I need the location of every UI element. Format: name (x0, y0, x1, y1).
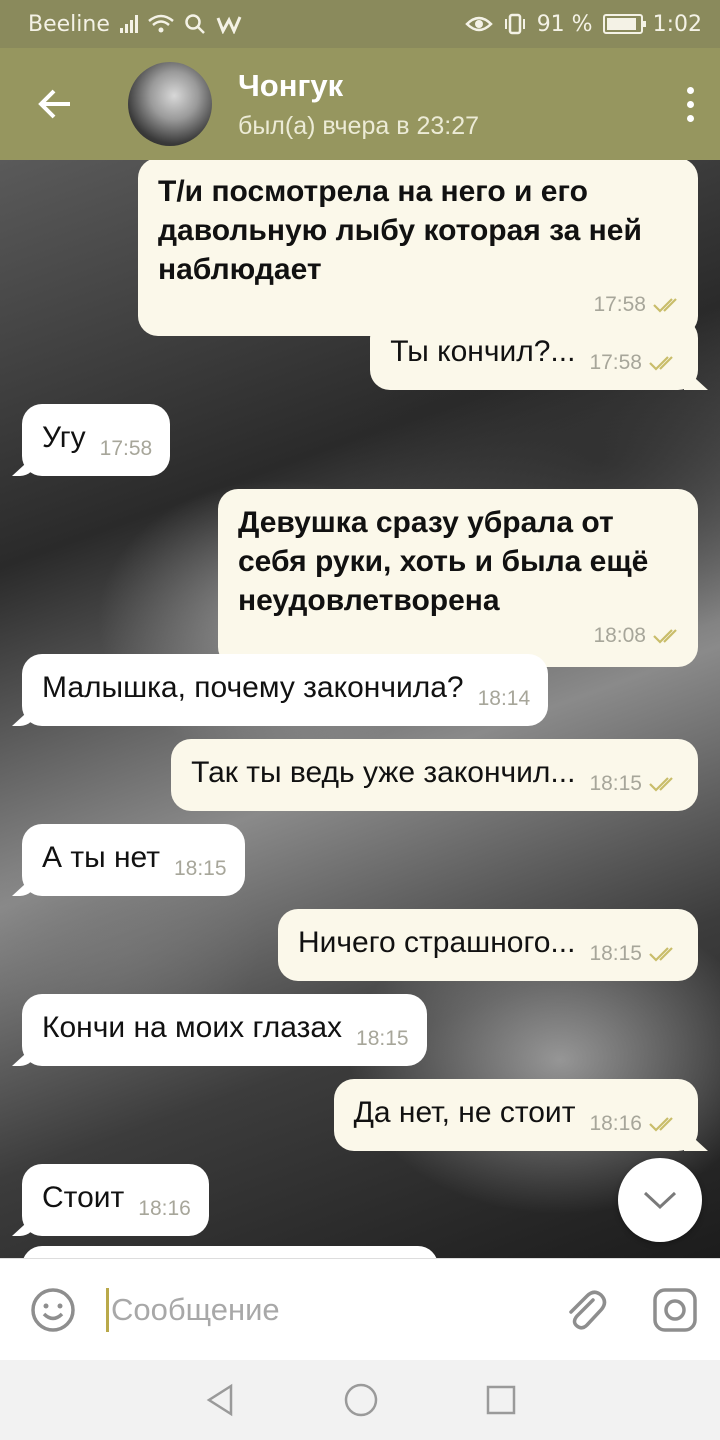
message-bubble[interactable]: А ты нет 18:15 (22, 824, 245, 896)
system-navigation-bar (0, 1360, 720, 1440)
emoji-button[interactable] (0, 1286, 106, 1334)
camera-icon (653, 1287, 697, 1332)
back-button[interactable] (0, 48, 110, 160)
smile-icon (31, 1287, 75, 1332)
camera-button[interactable] (630, 1286, 720, 1334)
recents-square-icon[interactable] (485, 1384, 517, 1416)
avatar[interactable] (128, 62, 212, 146)
message-text: Ты кончил?... (390, 335, 576, 368)
message-time: 18:08 (593, 624, 646, 647)
attach-button[interactable] (540, 1286, 630, 1334)
message-text: Т/и посмотрела на него и его давольную л… (158, 175, 642, 286)
paperclip-icon (569, 1290, 607, 1329)
message-text: А ты нет (42, 841, 160, 874)
message-bubble[interactable]: Да нет, не стоит 18:16 (333, 1079, 698, 1151)
battery-percent: 91 % (536, 11, 593, 37)
message-text: Ничего страшного... (297, 926, 576, 959)
status-bar: Beeline 91 % 1:02 (0, 0, 720, 48)
scroll-down-button[interactable] (618, 1158, 702, 1242)
chevron-down-icon (643, 1191, 677, 1210)
message-text: Малышка, почему закончила? (42, 671, 464, 704)
message-time: 18:16 (138, 1197, 191, 1220)
message-time: 18:15 (589, 942, 642, 965)
double-check-icon (649, 355, 673, 371)
chat-title-block[interactable]: Чонгук был(а) вчера в 23:27 (238, 68, 660, 141)
message-text: Угу (42, 421, 86, 454)
signal-icon (119, 15, 138, 33)
double-check-icon (653, 297, 677, 313)
vibrate-icon (504, 13, 525, 35)
clock: 1:02 (652, 11, 702, 37)
message-time: 18:15 (356, 1027, 409, 1050)
message-bubble[interactable]: Ты кончил?... 17:58 (370, 318, 698, 390)
double-check-icon (649, 946, 673, 962)
more-vertical-icon (686, 86, 694, 94)
arrow-left-icon (38, 89, 70, 119)
search-icon (185, 14, 205, 34)
message-text: Кончи на моих глазах (42, 1011, 343, 1044)
w-app-icon (216, 16, 242, 34)
chat-name: Чонгук (238, 67, 344, 103)
message-bubble[interactable]: Так ты ведь уже закончил... 18:15 (171, 739, 698, 811)
message-input[interactable] (110, 1291, 540, 1328)
wifi-icon (148, 14, 174, 33)
message-text: Девушка сразу убрала от себя руки, хоть … (238, 506, 649, 617)
home-circle-icon[interactable] (343, 1382, 379, 1418)
message-time: 18:16 (589, 1112, 642, 1135)
message-bubble[interactable]: Угу 17:58 (22, 404, 171, 476)
chat-background: Т/и посмотрела на него и его давольную л… (0, 160, 720, 1258)
carrier-label: Beeline (28, 11, 110, 37)
text-cursor (106, 1287, 109, 1332)
message-bubble[interactable]: Стоит 18:16 (22, 1164, 209, 1236)
message-time: 18:15 (173, 857, 227, 880)
back-triangle-icon[interactable] (203, 1382, 237, 1418)
message-text: Стоит (42, 1181, 125, 1214)
eye-icon (464, 16, 493, 32)
message-bubble[interactable]: Т/и посмотрела на него и его давольную л… (138, 160, 698, 336)
message-composer (0, 1258, 720, 1360)
chat-header: Чонгук был(а) вчера в 23:27 (0, 48, 720, 160)
message-time: 17:58 (589, 351, 642, 374)
message-input-wrapper (106, 1280, 540, 1340)
message-bubble[interactable]: Кончи на моих глазах 18:15 (22, 994, 427, 1066)
message-bubble[interactable]: Малышка, почему закончила? 18:14 (22, 654, 549, 726)
last-seen-status: был(а) вчера в 23:27 (238, 111, 480, 140)
message-bubble[interactable]: Девушка сразу убрала от себя руки, хоть … (218, 489, 698, 667)
double-check-icon (653, 628, 677, 644)
message-text: Так ты ведь уже закончил... (191, 756, 576, 789)
message-text: Да нет, не стоит (353, 1096, 576, 1129)
message-bubble-partial[interactable] (22, 1246, 438, 1258)
message-time: 18:15 (589, 772, 642, 795)
double-check-icon (649, 776, 673, 792)
message-bubble[interactable]: Ничего страшного... 18:15 (277, 909, 698, 981)
message-time: 17:58 (99, 437, 153, 460)
more-menu-button[interactable] (660, 48, 720, 160)
message-time: 18:14 (477, 687, 531, 710)
double-check-icon (649, 1116, 673, 1132)
battery-icon (602, 14, 646, 34)
